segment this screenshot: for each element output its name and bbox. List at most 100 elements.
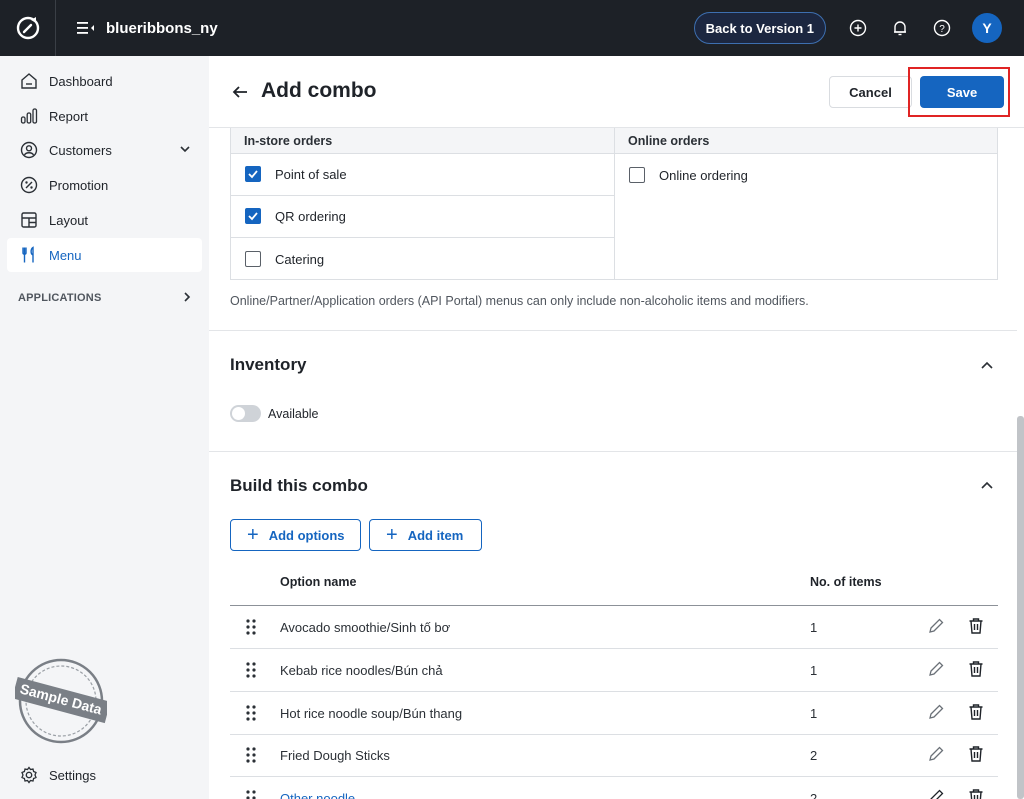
- no-of-items-header: No. of items: [810, 575, 882, 589]
- gear-icon: [19, 765, 39, 785]
- add-circle-icon[interactable]: [848, 18, 868, 38]
- svg-text:?: ?: [939, 24, 945, 35]
- add-item-label: Add item: [407, 527, 464, 543]
- percent-icon: [19, 175, 39, 195]
- channels-note: Online/Partner/Application orders (API P…: [230, 294, 809, 308]
- page-header: Add combo Cancel Save: [209, 56, 1024, 128]
- item-count: 2: [810, 791, 818, 799]
- option-name: Avocado smoothie/Sinh tố bơ: [280, 620, 451, 635]
- row-divider: [231, 195, 614, 196]
- sidebar-item-promotion[interactable]: Promotion: [7, 168, 202, 202]
- pencil-icon[interactable]: [927, 788, 945, 799]
- sidebar-item-label: Promotion: [49, 177, 109, 193]
- save-button[interactable]: Save: [920, 76, 1004, 108]
- cancel-button[interactable]: Cancel: [829, 76, 912, 108]
- table-row: Avocado smoothie/Sinh tố bơ 1: [230, 606, 998, 648]
- sidebar-item-report[interactable]: Report: [7, 99, 202, 133]
- toggle-knob: [232, 407, 245, 420]
- drag-handle-icon[interactable]: [245, 789, 257, 799]
- checkbox-label: Online ordering: [659, 167, 748, 183]
- checkbox-checked-icon[interactable]: [245, 166, 261, 182]
- sidebar-item-label: Layout: [49, 212, 89, 228]
- item-count: 2: [810, 748, 818, 763]
- back-to-version-button[interactable]: Back to Version 1: [693, 12, 826, 44]
- menu-toggle-button[interactable]: [76, 20, 96, 36]
- checkbox-unchecked-icon[interactable]: [629, 167, 645, 183]
- item-count: 1: [810, 620, 818, 635]
- app-logo[interactable]: [0, 0, 56, 56]
- in-store-orders-heading: In-store orders: [231, 128, 614, 154]
- trash-icon[interactable]: [967, 703, 985, 721]
- sidebar-item-label: Customers: [49, 142, 112, 158]
- logo-icon: [16, 16, 39, 40]
- available-toggle[interactable]: [230, 405, 261, 422]
- bar-chart-icon: [19, 106, 39, 126]
- sidebar: Dashboard Report Customers Promotion Lay…: [0, 56, 209, 799]
- scrollbar[interactable]: [1017, 416, 1024, 799]
- checkbox-label: Catering: [275, 251, 325, 267]
- point-of-sale-checkbox[interactable]: Point of sale: [245, 166, 347, 182]
- qr-ordering-checkbox[interactable]: QR ordering: [245, 208, 346, 224]
- checkbox-unchecked-icon[interactable]: [245, 251, 261, 267]
- plus-icon: +: [247, 524, 259, 546]
- page-title: Add combo: [261, 79, 377, 102]
- user-circle-icon: [19, 140, 39, 160]
- item-count: 1: [810, 706, 818, 721]
- chevron-down-icon: [180, 146, 190, 153]
- applications-section-label[interactable]: APPLICATIONS: [18, 292, 101, 304]
- available-label: Available: [268, 407, 319, 421]
- top-bar: blueribbons_ny Back to Version 1 ? Y: [0, 0, 1024, 56]
- trash-icon[interactable]: [967, 745, 985, 763]
- add-item-button[interactable]: + Add item: [369, 519, 482, 551]
- drag-handle-icon[interactable]: [245, 661, 257, 679]
- sidebar-item-settings[interactable]: Settings: [7, 758, 202, 792]
- bell-icon[interactable]: [890, 18, 910, 38]
- inventory-title: Inventory: [230, 355, 307, 374]
- sidebar-item-label: Report: [49, 108, 89, 124]
- drag-handle-icon[interactable]: [245, 618, 257, 636]
- drag-handle-icon[interactable]: [245, 704, 257, 722]
- checkbox-label: QR ordering: [275, 208, 346, 224]
- table-row: Hot rice noodle soup/Bún thang 1: [230, 692, 998, 734]
- help-icon[interactable]: ?: [932, 18, 952, 38]
- store-name[interactable]: blueribbons_ny: [106, 20, 218, 37]
- plus-icon: +: [386, 524, 398, 546]
- option-name: Hot rice noodle soup/Bún thang: [280, 706, 463, 721]
- layout-icon: [19, 210, 39, 230]
- sidebar-item-layout[interactable]: Layout: [7, 203, 202, 237]
- chevron-up-icon[interactable]: [979, 358, 995, 374]
- option-name[interactable]: Other noodle: [280, 791, 355, 799]
- sidebar-item-label: Dashboard: [49, 73, 113, 89]
- checkbox-checked-icon[interactable]: [245, 208, 261, 224]
- pencil-icon[interactable]: [927, 617, 945, 635]
- catering-checkbox[interactable]: Catering: [245, 251, 324, 267]
- avatar[interactable]: Y: [972, 13, 1002, 43]
- trash-icon[interactable]: [967, 617, 985, 635]
- sidebar-item-dashboard[interactable]: Dashboard: [7, 64, 202, 98]
- add-options-button[interactable]: + Add options: [230, 519, 361, 551]
- chevron-up-icon[interactable]: [979, 478, 995, 494]
- pencil-icon[interactable]: [927, 745, 945, 763]
- home-icon: [19, 71, 39, 91]
- trash-icon[interactable]: [967, 788, 985, 799]
- table-row: Fried Dough Sticks 2: [230, 734, 998, 776]
- trash-icon[interactable]: [967, 660, 985, 678]
- option-name-header: Option name: [280, 575, 357, 589]
- checkbox-label: Point of sale: [275, 166, 347, 182]
- drag-handle-icon[interactable]: [245, 746, 257, 764]
- pencil-icon[interactable]: [927, 703, 945, 721]
- pencil-icon[interactable]: [927, 660, 945, 678]
- row-divider: [231, 237, 614, 238]
- sample-data-stamp: Sample Data: [12, 658, 111, 744]
- sidebar-item-menu[interactable]: Menu: [7, 238, 202, 272]
- sidebar-item-customers[interactable]: Customers: [7, 133, 202, 167]
- online-ordering-checkbox[interactable]: Online ordering: [629, 167, 748, 183]
- option-name: Fried Dough Sticks: [280, 748, 390, 763]
- chevron-right-icon[interactable]: [180, 290, 194, 304]
- item-count: 1: [810, 663, 818, 678]
- back-arrow-icon[interactable]: [231, 83, 249, 101]
- online-orders-heading: Online orders: [615, 128, 997, 154]
- main-content: Add combo Cancel Save In-store orders On…: [209, 56, 1024, 799]
- table-row: Other noodle 2: [230, 777, 998, 799]
- section-divider: [209, 330, 1017, 331]
